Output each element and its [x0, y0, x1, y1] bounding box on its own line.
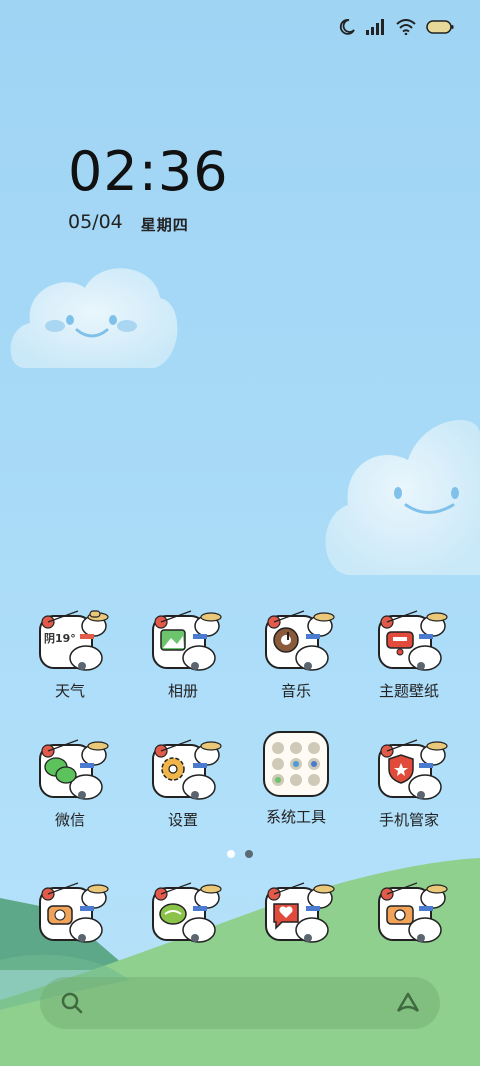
settings-icon [152, 739, 222, 800]
cloud-left [10, 268, 178, 368]
app-settings[interactable]: 设置 [133, 737, 233, 830]
search-icon[interactable] [60, 991, 84, 1015]
clock-weekday: 星期四 [140, 216, 189, 234]
app-label: 相册 [167, 682, 198, 700]
app-wechat[interactable]: 微信 [20, 737, 120, 830]
app-label: 天气 [54, 682, 85, 700]
app-label: 音乐 [280, 682, 311, 700]
wechat-icon [39, 739, 109, 800]
app-themes[interactable]: 主题壁纸 [359, 608, 459, 701]
app-security[interactable]: 手机管家 [359, 737, 459, 830]
page-dot-active[interactable] [227, 850, 235, 858]
gallery-icon [152, 610, 222, 671]
cloud-right [325, 420, 480, 575]
status-bar [338, 18, 454, 36]
dock-messages[interactable] [133, 880, 233, 944]
folder-icon [263, 731, 329, 797]
themes-icon [378, 610, 448, 671]
dock-camera[interactable] [359, 880, 459, 944]
app-weather[interactable]: 阴19° 天气 [20, 608, 120, 701]
messages-icon [152, 882, 222, 943]
app-folder-system-tools[interactable]: 系统工具 [246, 730, 346, 827]
assistant-icon[interactable] [394, 991, 422, 1015]
app-label: 主题壁纸 [378, 682, 439, 700]
wifi-icon [396, 19, 416, 35]
security-icon [378, 739, 448, 800]
clock-date: 05/04 [68, 211, 123, 233]
app-gallery[interactable]: 相册 [133, 608, 233, 701]
dock-phone[interactable] [20, 880, 120, 944]
music-icon [265, 610, 335, 671]
weather-temp: 阴19° [44, 632, 76, 645]
signal-icon [366, 19, 384, 35]
app-label: 微信 [54, 811, 85, 829]
app-label: 手机管家 [378, 811, 439, 829]
browser-icon [265, 882, 335, 943]
page-indicator[interactable] [0, 850, 480, 858]
dock-browser[interactable] [246, 880, 346, 944]
battery-icon [426, 20, 454, 34]
moon-icon [339, 19, 355, 35]
app-label: 系统工具 [265, 808, 326, 826]
clock-time: 02:36 [68, 140, 229, 203]
app-label: 设置 [167, 811, 198, 829]
clock-widget[interactable]: 02:36 05/04 星期四 [68, 145, 229, 235]
app-music[interactable]: 音乐 [246, 608, 346, 701]
search-bar[interactable] [40, 977, 440, 1029]
page-dot[interactable] [245, 850, 253, 858]
phone-icon [39, 882, 109, 943]
camera-icon [378, 882, 448, 943]
